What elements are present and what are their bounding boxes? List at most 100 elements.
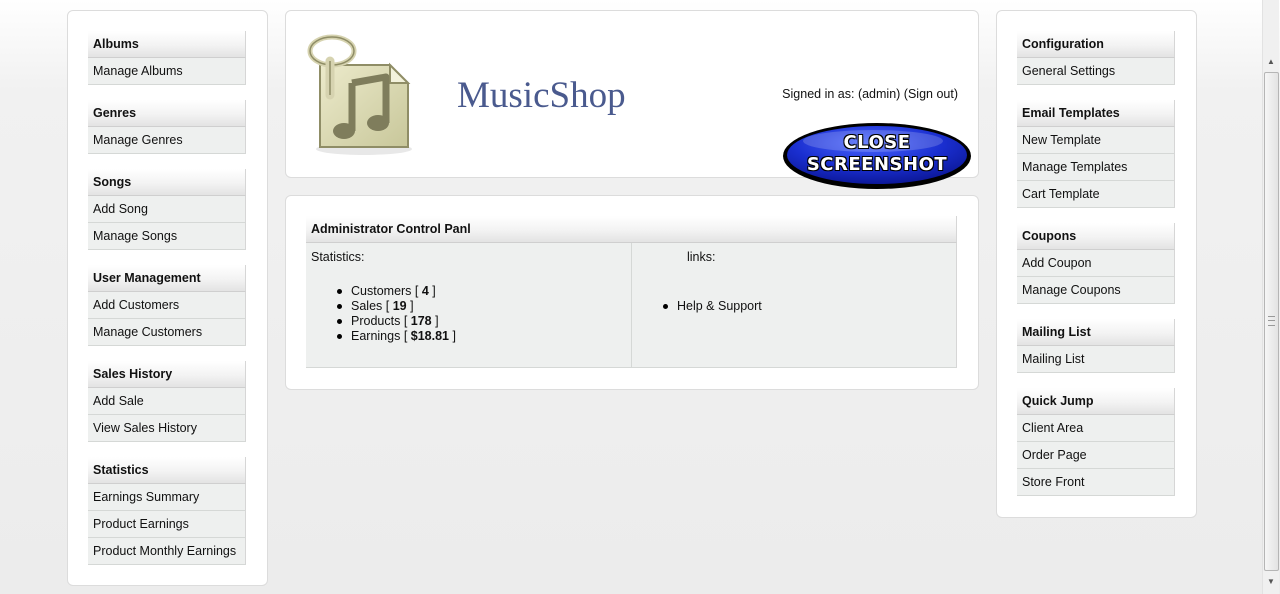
stat-item-products: Products [ 178 ] — [337, 314, 456, 329]
menu-link-product-earnings[interactable]: Product Earnings — [88, 511, 246, 538]
control-panel-title: Administrator Control Panl — [306, 216, 957, 243]
menu-link-manage-genres[interactable]: Manage Genres — [88, 127, 246, 154]
menu-group-email-templates: Email Templates New Template Manage Templa… — [1017, 100, 1175, 208]
bracket-close: ] — [431, 314, 439, 328]
stat-label: Customers — [351, 284, 412, 298]
link-item-help-support: Help & Support — [663, 299, 762, 314]
menu-group-songs: Songs Add Song Manage Songs — [88, 169, 246, 250]
menu-group-user-management: User Management Add Customers Manage Custo… — [88, 265, 246, 346]
stat-item-sales: Sales [ 19 ] — [337, 299, 456, 314]
menu-heading-configuration: Configuration — [1017, 31, 1175, 58]
menu-group-quick-jump: Quick Jump Client Area Order Page Store Fro… — [1017, 388, 1175, 496]
links-label: links: — [687, 250, 716, 264]
bullet-icon — [663, 304, 668, 309]
menu-link-earnings-summary[interactable]: Earnings Summary — [88, 484, 246, 511]
menu-link-mailing-list[interactable]: Mailing List — [1017, 346, 1175, 373]
menu-link-order-page[interactable]: Order Page — [1017, 442, 1175, 469]
menu-heading-user-management: User Management — [88, 265, 246, 292]
menu-link-general-settings[interactable]: General Settings — [1017, 58, 1175, 85]
menu-link-manage-templates[interactable]: Manage Templates — [1017, 154, 1175, 181]
stat-label: Earnings — [351, 329, 401, 343]
stat-value: 4 — [421, 284, 429, 298]
username-link[interactable]: (admin) — [858, 87, 900, 101]
menu-group-configuration: Configuration General Settings — [1017, 31, 1175, 85]
menu-group-genres: Genres Manage Genres — [88, 100, 246, 154]
menu-link-add-coupon[interactable]: Add Coupon — [1017, 250, 1175, 277]
menu-link-manage-coupons[interactable]: Manage Coupons — [1017, 277, 1175, 304]
menu-group-sales-history: Sales History Add Sale View Sales History — [88, 361, 246, 442]
music-note-document-icon — [306, 31, 422, 157]
menu-link-cart-template[interactable]: Cart Template — [1017, 181, 1175, 208]
bullet-icon — [337, 304, 342, 309]
bracket-close: ] — [449, 329, 456, 343]
bracket-open: [ — [382, 299, 393, 313]
control-panel-body: Statistics: Customers [ 4 ] Sales [ 19 ] P… — [306, 243, 957, 368]
menu-heading-albums: Albums — [88, 31, 246, 58]
menu-link-manage-customers[interactable]: Manage Customers — [88, 319, 246, 346]
menu-heading-sales-history: Sales History — [88, 361, 246, 388]
menu-link-new-template[interactable]: New Template — [1017, 127, 1175, 154]
menu-group-statistics: Statistics Earnings Summary Product Earnin… — [88, 457, 246, 565]
menu-link-product-monthly-earnings[interactable]: Product Monthly Earnings — [88, 538, 246, 565]
bullet-icon — [337, 334, 342, 339]
menu-heading-mailing-list: Mailing List — [1017, 319, 1175, 346]
bracket-close: ] — [428, 284, 436, 298]
bracket-close: ] — [406, 299, 414, 313]
menu-heading-songs: Songs — [88, 169, 246, 196]
vertical-scrollbar[interactable]: ▲ ▼ — [1262, 0, 1279, 594]
left-nav-panel: Albums Manage Albums Genres Manage Genres So… — [67, 10, 268, 586]
menu-link-manage-songs[interactable]: Manage Songs — [88, 223, 246, 250]
bracket-open: [ — [400, 329, 411, 343]
stat-value: 19 — [392, 299, 407, 313]
menu-heading-coupons: Coupons — [1017, 223, 1175, 250]
header-panel: MusicShop Signed in as: (admin) (Sign ou… — [285, 10, 979, 189]
help-support-link[interactable]: Help & Support — [677, 299, 762, 313]
close-screenshot-button[interactable]: CLOSE SCREENSHOT — [781, 121, 973, 191]
menu-link-manage-albums[interactable]: Manage Albums — [88, 58, 246, 85]
sign-out-link[interactable]: (Sign out) — [904, 87, 958, 101]
menu-link-view-sales-history[interactable]: View Sales History — [88, 415, 246, 442]
stat-label: Sales — [351, 299, 383, 313]
menu-heading-email-templates: Email Templates — [1017, 100, 1175, 127]
menu-group-coupons: Coupons Add Coupon Manage Coupons — [1017, 223, 1175, 304]
statistics-column: Statistics: Customers [ 4 ] Sales [ 19 ] P… — [306, 243, 632, 367]
site-title: MusicShop — [457, 75, 626, 116]
control-panel-container: Administrator Control Panl Statistics: C… — [285, 195, 979, 390]
arrow-down-icon[interactable]: ▼ — [1263, 574, 1279, 590]
menu-heading-genres: Genres — [88, 100, 246, 127]
right-nav-panel: Configuration General Settings Email Templ… — [996, 10, 1197, 518]
menu-heading-quick-jump: Quick Jump — [1017, 388, 1175, 415]
bullet-icon — [337, 319, 342, 324]
close-label-line2: SCREENSHOT — [806, 154, 948, 175]
menu-heading-statistics: Statistics — [88, 457, 246, 484]
menu-link-client-area[interactable]: Client Area — [1017, 415, 1175, 442]
stat-value: 178 — [410, 314, 432, 328]
bullet-icon — [337, 289, 342, 294]
menu-link-add-song[interactable]: Add Song — [88, 196, 246, 223]
arrow-up-icon[interactable]: ▲ — [1263, 54, 1279, 70]
scrollbar-thumb[interactable] — [1264, 72, 1279, 571]
links-column: links: Help & Support — [632, 243, 956, 367]
menu-link-add-sale[interactable]: Add Sale — [88, 388, 246, 415]
menu-group-mailing-list: Mailing List Mailing List — [1017, 319, 1175, 373]
grip-icon — [1268, 316, 1275, 326]
bracket-open: [ — [400, 314, 411, 328]
right-nav-menu: Configuration General Settings Email Templ… — [1017, 31, 1175, 511]
signed-in-status: Signed in as: (admin) (Sign out) — [782, 87, 958, 101]
stat-item-customers: Customers [ 4 ] — [337, 284, 456, 299]
stat-item-earnings: Earnings [ $18.81 ] — [337, 329, 456, 344]
close-label-line1: CLOSE — [843, 132, 911, 153]
stat-value: $18.81 — [410, 329, 449, 343]
bracket-open: [ — [411, 284, 422, 298]
menu-link-add-customers[interactable]: Add Customers — [88, 292, 246, 319]
links-list: Help & Support — [663, 299, 762, 314]
statistics-label: Statistics: — [311, 250, 365, 264]
left-nav-menu: Albums Manage Albums Genres Manage Genres So… — [88, 31, 246, 580]
signed-in-label: Signed in as: — [782, 87, 855, 101]
menu-group-albums: Albums Manage Albums — [88, 31, 246, 85]
menu-link-store-front[interactable]: Store Front — [1017, 469, 1175, 496]
close-screenshot-label: CLOSE SCREENSHOT — [781, 132, 973, 176]
stat-label: Products — [351, 314, 401, 328]
statistics-list: Customers [ 4 ] Sales [ 19 ] Products [ 17… — [337, 284, 456, 344]
control-panel-table: Administrator Control Panl Statistics: C… — [306, 216, 957, 368]
